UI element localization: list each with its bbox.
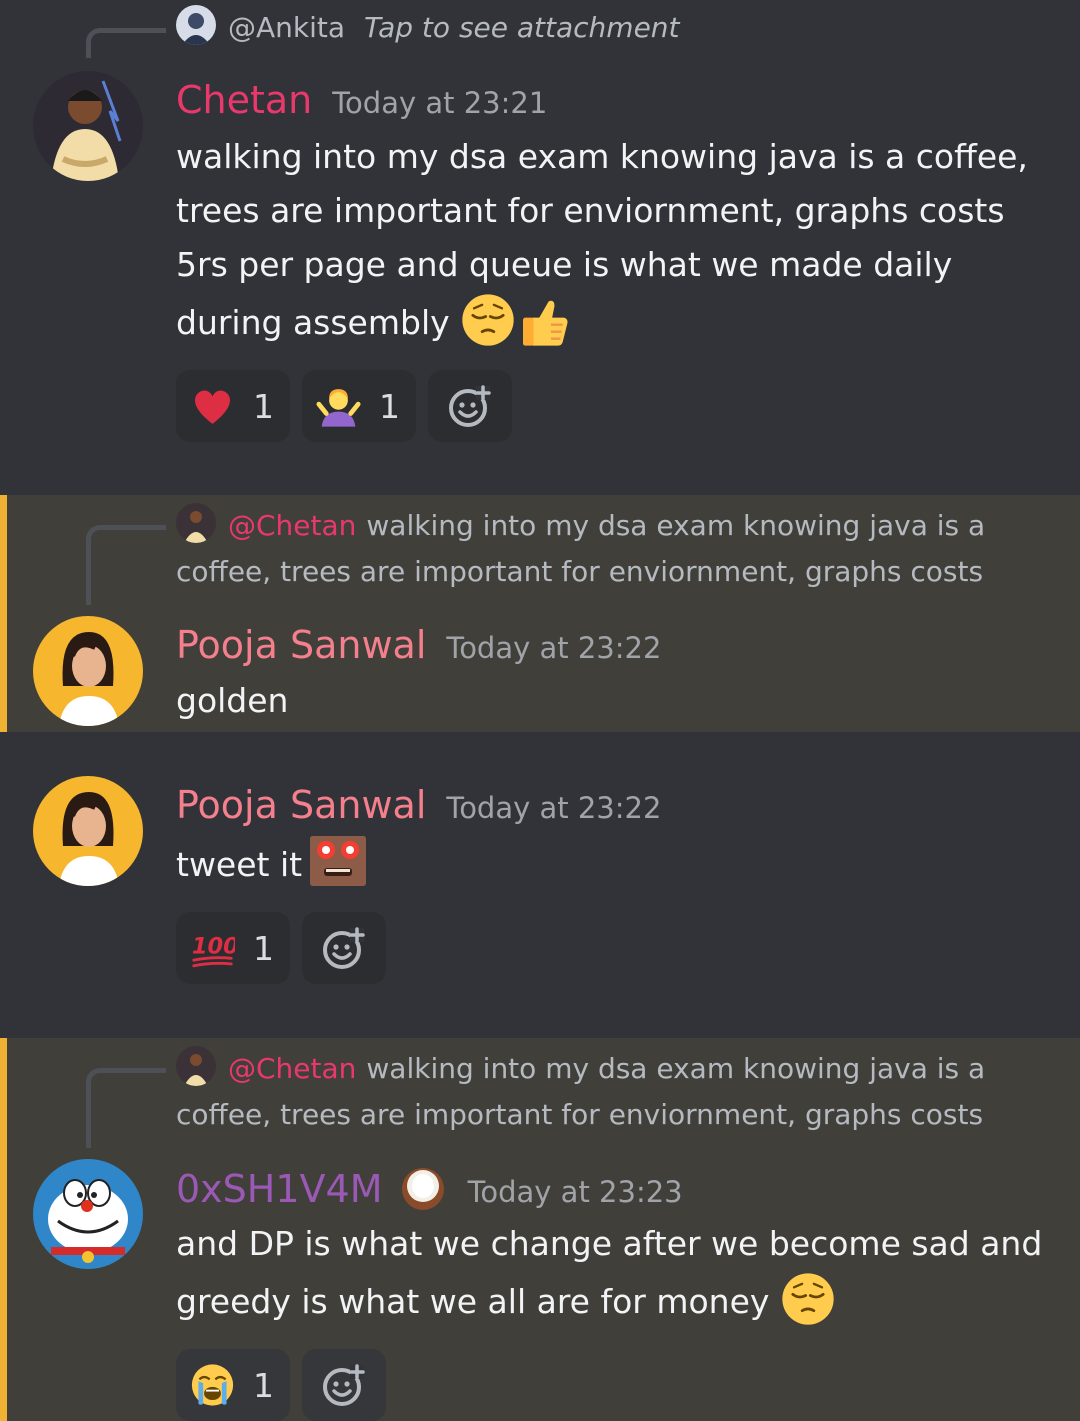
add-reaction-icon	[320, 924, 368, 972]
person-shrugging-icon	[316, 389, 361, 427]
reply-preview[interactable]: @Ankita Tap to see attachment	[176, 5, 1020, 51]
avatar[interactable]	[33, 616, 143, 726]
message-header: Pooja Sanwal Today at 23:22	[176, 783, 661, 827]
username[interactable]: 0xSH1V4M	[176, 1167, 383, 1211]
message-1[interactable]: @Ankita Tap to see attachment Chetan Toda…	[0, 0, 1080, 495]
message-header: Pooja Sanwal Today at 23:22	[176, 623, 661, 667]
reply-avatar	[176, 503, 216, 543]
message-content: and DP is what we change after we become…	[176, 1217, 1046, 1329]
reactions: 100 1	[176, 912, 386, 984]
add-reaction-button[interactable]	[428, 370, 512, 442]
username[interactable]: Pooja Sanwal	[176, 783, 426, 827]
avatar[interactable]	[33, 776, 143, 886]
message-text: and DP is what we change after we become…	[176, 1224, 1043, 1321]
reply-avatar	[176, 1046, 216, 1086]
message-header: 0xSH1V4M Today at 23:23	[176, 1166, 683, 1212]
reaction-count: 1	[253, 386, 274, 426]
reaction-count: 1	[379, 386, 400, 426]
reaction-shrug[interactable]: 1	[302, 370, 416, 442]
pensive-face-icon	[780, 1271, 836, 1327]
message-content: tweet it	[176, 836, 1046, 892]
message-text: golden	[176, 681, 289, 720]
message-4[interactable]: @Chetan walking into my dsa exam knowing …	[0, 1038, 1080, 1421]
reply-author[interactable]: @Ankita	[228, 11, 345, 44]
thumbs-up-icon	[523, 300, 568, 346]
loudly-crying-face-icon	[191, 1364, 234, 1406]
username[interactable]: Pooja Sanwal	[176, 623, 426, 667]
reaction-hundred[interactable]: 100 1	[176, 912, 290, 984]
hundred-points-icon: 100	[192, 934, 235, 968]
reaction-heart[interactable]: 1	[176, 370, 290, 442]
timestamp: Today at 23:22	[446, 791, 662, 825]
reply-connector	[86, 525, 166, 605]
message-text: walking into my dsa exam knowing java is…	[176, 137, 1028, 342]
reactions: 1	[176, 1349, 386, 1421]
add-reaction-icon	[320, 1361, 368, 1409]
reply-author[interactable]: @Chetan	[228, 1052, 356, 1085]
coconut-icon	[401, 1168, 444, 1210]
reaction-crying[interactable]: 1	[176, 1349, 290, 1421]
message-text: tweet it	[176, 845, 303, 884]
add-reaction-icon	[446, 382, 494, 430]
glowing-eyes-emoji-icon	[310, 836, 367, 886]
message-header: Chetan Today at 23:21	[176, 78, 547, 122]
timestamp: Today at 23:21	[332, 86, 548, 120]
message-3[interactable]: Pooja Sanwal Today at 23:22 tweet it 100 …	[0, 732, 1080, 1038]
message-content: golden	[176, 674, 1046, 728]
reply-connector	[86, 28, 166, 58]
reply-text: Tap to see attachment	[363, 11, 680, 44]
red-heart-icon	[195, 390, 230, 424]
avatar[interactable]	[33, 71, 143, 181]
svg-text:100: 100	[192, 934, 235, 960]
add-reaction-button[interactable]	[302, 1349, 386, 1421]
reaction-count: 1	[253, 1365, 274, 1405]
reply-author[interactable]: @Chetan	[228, 509, 356, 542]
timestamp: Today at 23:22	[446, 631, 662, 665]
reply-preview[interactable]: @Chetan walking into my dsa exam knowing …	[176, 503, 1020, 595]
reply-avatar	[176, 5, 216, 45]
timestamp: Today at 23:23	[467, 1175, 683, 1209]
add-reaction-button[interactable]	[302, 912, 386, 984]
reply-preview[interactable]: @Chetan walking into my dsa exam knowing …	[176, 1046, 1020, 1138]
reaction-count: 1	[253, 928, 274, 968]
pensive-face-icon	[460, 292, 516, 348]
message-2[interactable]: @Chetan walking into my dsa exam knowing …	[0, 495, 1080, 732]
message-content: walking into my dsa exam knowing java is…	[176, 130, 1046, 350]
username[interactable]: Chetan	[176, 78, 312, 122]
avatar[interactable]	[33, 1159, 143, 1269]
reactions: 1 1	[176, 370, 512, 442]
reply-connector	[86, 1068, 166, 1148]
